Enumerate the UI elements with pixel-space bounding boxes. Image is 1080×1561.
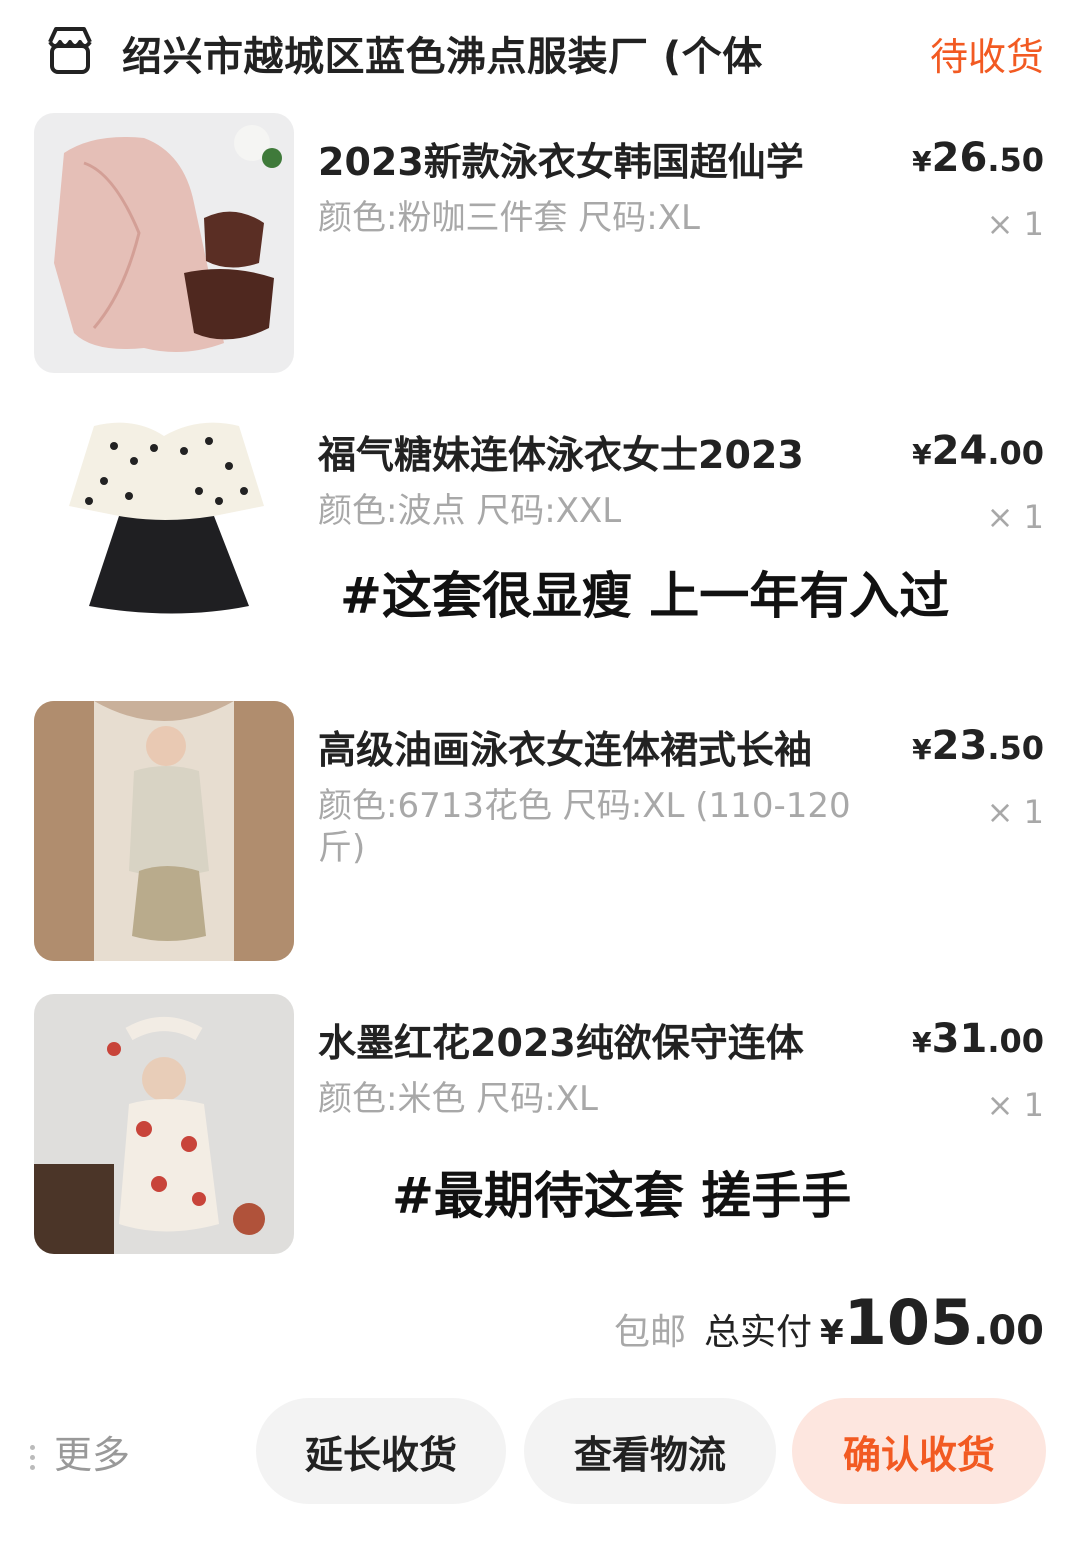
product-image[interactable] [34, 113, 294, 373]
product-price: ¥24.00 [912, 428, 1044, 474]
product-spec: 颜色:波点 尺码:XXL [318, 491, 622, 531]
free-shipping-label: 包邮 [614, 1312, 687, 1353]
order-header: 绍兴市越城区蓝色沸点服装厂 (个体 待收货 [0, 0, 1080, 100]
view-logistics-button[interactable]: 查看物流 [524, 1398, 776, 1504]
total-currency: ¥ [820, 1313, 844, 1353]
price-decimal: .50 [987, 141, 1044, 179]
product-price: ¥31.00 [912, 1016, 1044, 1062]
product-image[interactable] [34, 701, 294, 961]
more-button[interactable]: 更多 [30, 1424, 130, 1479]
currency-symbol: ¥ [912, 733, 932, 766]
extend-receipt-button[interactable]: 延长收货 [256, 1398, 506, 1504]
vertical-dots-icon [30, 1440, 36, 1475]
price-integer: 24 [931, 428, 988, 474]
product-title[interactable]: 2023新款泳衣女韩国超仙学 [318, 131, 804, 186]
total-integer: 105 [843, 1286, 974, 1359]
product-title[interactable]: 水墨红花2023纯欲保守连体 [318, 1012, 804, 1067]
product-quantity: × 1 [986, 1086, 1044, 1124]
price-decimal: .00 [987, 434, 1044, 472]
product-spec: 颜色:粉咖三件套 尺码:XL [318, 198, 700, 238]
price-integer: 31 [931, 1016, 988, 1062]
user-note: #这套很显瘦 上一年有入过 [340, 567, 950, 625]
product-image[interactable] [34, 994, 294, 1254]
order-item[interactable]: 2023新款泳衣女韩国超仙学 颜色:粉咖三件套 尺码:XL ¥26.50 × 1 [0, 113, 1080, 375]
product-price: ¥26.50 [912, 135, 1044, 181]
price-decimal: .50 [987, 729, 1044, 767]
total-label: 总实付 [704, 1312, 813, 1353]
order-total: 包邮 总实付 ¥105.00 [614, 1286, 1044, 1359]
product-quantity: × 1 [986, 498, 1044, 536]
currency-symbol: ¥ [912, 145, 932, 178]
currency-symbol: ¥ [912, 438, 932, 471]
product-quantity: × 1 [986, 793, 1044, 831]
product-title[interactable]: 高级油画泳衣女连体裙式长袖 [318, 719, 812, 774]
order-item[interactable]: 高级油画泳衣女连体裙式长袖 颜色:6713花色 尺码:XL (110-120斤)… [0, 701, 1080, 963]
price-integer: 26 [931, 135, 988, 181]
currency-symbol: ¥ [912, 1026, 932, 1059]
product-price: ¥23.50 [912, 723, 1044, 769]
confirm-receipt-button[interactable]: 确认收货 [792, 1398, 1046, 1504]
product-quantity: × 1 [986, 205, 1044, 243]
store-name[interactable]: 绍兴市越城区蓝色沸点服装厂 (个体 [122, 24, 763, 82]
total-decimal: .00 [973, 1308, 1044, 1354]
product-title[interactable]: 福气糖妹连体泳衣女士2023 [318, 424, 804, 479]
price-integer: 23 [931, 723, 988, 769]
more-label: 更多 [54, 1433, 131, 1477]
order-status: 待收货 [929, 35, 1044, 79]
product-spec: 颜色:6713花色 尺码:XL (110-120斤) [318, 786, 851, 868]
order-item[interactable]: 福气糖妹连体泳衣女士2023 颜色:波点 尺码:XXL ¥24.00 × 1 [0, 406, 1080, 668]
price-decimal: .00 [987, 1022, 1044, 1060]
store-icon[interactable] [44, 24, 96, 76]
product-spec: 颜色:米色 尺码:XL [318, 1079, 598, 1119]
product-image[interactable] [34, 406, 294, 666]
user-note: #最期待这套 搓手手 [392, 1167, 852, 1225]
